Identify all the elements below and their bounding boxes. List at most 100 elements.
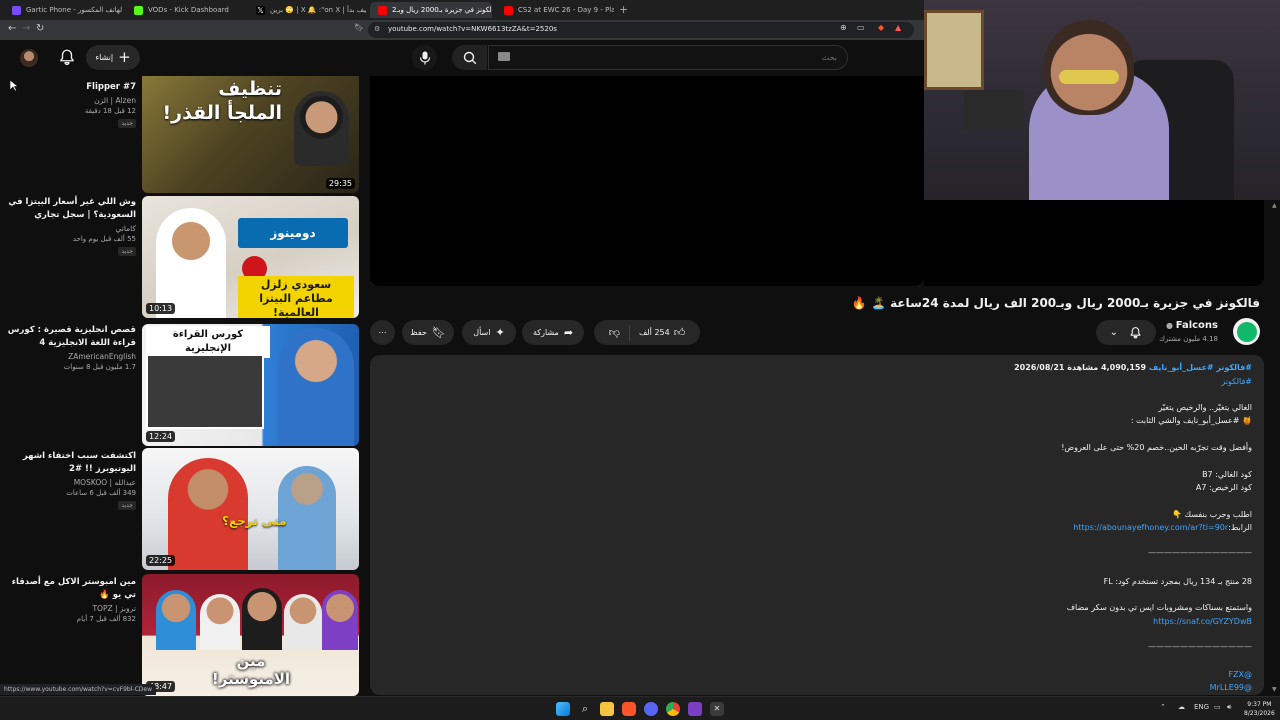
mouse-cursor-icon: [10, 80, 18, 92]
new-badge: جديد: [118, 247, 136, 256]
mention-link[interactable]: @MrLLE99: [1210, 683, 1252, 692]
list-item[interactable]: مين امبوستر الاكل مع أصدقاء تي يو 🔥 تروب…: [0, 574, 362, 696]
obs-icon[interactable]: ✕: [710, 702, 724, 716]
list-item[interactable]: Flipper #7 Alzen | الزن 12 قبل 18 دقيقة …: [0, 76, 362, 193]
rewards-icon[interactable]: ▲: [895, 23, 901, 32]
reload-icon[interactable]: ↻: [36, 23, 44, 34]
search-button[interactable]: [452, 45, 487, 70]
channel-name[interactable]: كاماتي: [6, 224, 137, 233]
gartic-favicon-icon: [12, 5, 21, 15]
dislike-button[interactable]: 👎︎: [609, 326, 620, 339]
like-button[interactable]: 👍︎ 254 ألف: [639, 326, 685, 339]
ask-button[interactable]: ✦ اسأل: [462, 320, 516, 345]
channel-name[interactable]: تروبز | TOPZ: [6, 604, 136, 613]
chrome-icon[interactable]: [666, 702, 680, 716]
webcam-overlay-image: [924, 0, 1280, 200]
voice-search-button[interactable]: [412, 45, 437, 70]
sparkle-icon: ✦: [495, 326, 505, 339]
mention-link[interactable]: @FZX: [1228, 670, 1252, 679]
new-tab-button[interactable]: +: [619, 3, 628, 16]
save-icon: 🔖︎: [431, 326, 446, 339]
person-image: [284, 594, 322, 650]
account-avatar[interactable]: [20, 49, 38, 67]
tab-kick[interactable]: VODs - Kick Dashboard: [126, 2, 244, 18]
tab-gartic[interactable]: Gartic Phone - لعبة الهاتف المكسور: [4, 2, 122, 18]
video-title[interactable]: Flipper #7: [6, 81, 136, 94]
tab-cs2-ewc[interactable]: CS2 at EWC 26 - Day 9 - Playoffs - Yo: [496, 2, 614, 18]
zoom-icon[interactable]: ⊕: [840, 23, 847, 32]
save-button[interactable]: 🔖︎ حفظ: [402, 320, 454, 345]
channel-name[interactable]: Alzen | الزن: [6, 96, 136, 105]
brave-browser-icon[interactable]: [622, 702, 636, 716]
video-info: مين امبوستر الاكل مع أصدقاء تي يو 🔥 تروب…: [6, 576, 136, 623]
forward-icon[interactable]: →: [22, 23, 30, 34]
more-actions-button[interactable]: ⋯: [370, 320, 395, 345]
separator-line: —————————————: [1148, 642, 1252, 651]
list-item[interactable]: وش اللي غير أسعار البيتزا في السعودية؟ |…: [0, 196, 362, 318]
notification-bell-icon: [1130, 327, 1141, 339]
channel-name[interactable]: عبدالله | MOSKOO: [6, 478, 136, 487]
description-line: 28 منتج بـ 134 ريال بمجرد تستخدم كود: FL: [1103, 577, 1252, 586]
description-stats: #فالكونز #عسل_أبو_نايف 4,090,159 مشاهدة …: [1014, 363, 1252, 372]
link-status-bar: https://www.youtube.com/watch?v=cvF9bl-C…: [0, 684, 156, 695]
video-thumbnail[interactable]: مين الامبوستر! 48:47: [142, 574, 359, 696]
video-title[interactable]: اكتشفت سبب اختفاء اشهر اليوتيوبرز !! #2: [6, 450, 136, 476]
video-thumbnail[interactable]: تنظيف الملجأ القذر! 29:35: [142, 76, 359, 193]
scroll-up-icon[interactable]: ▲: [1272, 202, 1277, 209]
person-image: [322, 590, 358, 650]
network-icon[interactable]: ▭: [1214, 703, 1221, 711]
video-title[interactable]: وش اللي غير أسعار البيتزا في السعودية؟ |…: [6, 196, 136, 222]
onedrive-icon[interactable]: ☁: [1178, 703, 1185, 711]
page-scrollbar[interactable]: ▲ ▼: [1270, 200, 1280, 696]
file-explorer-icon[interactable]: [600, 702, 614, 716]
notifications-bell-icon[interactable]: [58, 48, 76, 66]
search-icon[interactable]: ⌕: [578, 702, 592, 716]
thumbnail-text: تنظيف الملجأ القذر!: [162, 78, 282, 124]
video-player[interactable]: [370, 76, 924, 286]
create-button[interactable]: إنشاء +: [86, 45, 140, 70]
hashtag-line[interactable]: #فالكونز: [1221, 377, 1252, 386]
video-meta: 1.7 مليون قبل 8 سنوات: [63, 363, 136, 371]
channel-name[interactable]: ZAmericanEnglish: [6, 352, 136, 361]
back-icon[interactable]: ←: [8, 23, 16, 34]
app-icon[interactable]: [688, 702, 702, 716]
list-item[interactable]: قصص انجليزية قصيرة : كورس قراءة اللغة ال…: [0, 324, 362, 446]
snaf-link[interactable]: https://snaf.co/GYZYDwB: [1153, 617, 1252, 626]
search-icon: [463, 51, 476, 64]
subscribed-button[interactable]: ⌄: [1096, 320, 1156, 345]
scroll-down-icon[interactable]: ▼: [1272, 686, 1277, 693]
video-thumbnail[interactable]: كورس القراءة الإنجليزية 12:24: [142, 324, 359, 446]
description-box[interactable]: #فالكونز #عسل_أبو_نايف 4,090,159 مشاهدة …: [370, 355, 1264, 695]
language-indicator[interactable]: ENG: [1194, 703, 1209, 711]
channel-name[interactable]: ● Falcons: [1166, 320, 1218, 331]
windows-start-icon[interactable]: [556, 702, 570, 716]
person-image: [156, 590, 196, 650]
tab-x[interactable]: 𝕏 برين 🙄 | X 🔔 :"on X | أحداث كيف بدأ ..…: [248, 2, 366, 18]
url-box[interactable]: ⚙ youtube.com/watch?v=NKW6613tzZA&t=2520…: [368, 22, 914, 38]
keyboard-icon[interactable]: [498, 52, 510, 61]
list-item[interactable]: اكتشفت سبب اختفاء اشهر اليوتيوبرز !! #2 …: [0, 448, 362, 570]
search-input[interactable]: [488, 45, 848, 70]
share-button[interactable]: ➦ مشاركة: [522, 320, 584, 345]
video-player-extension[interactable]: [924, 200, 1264, 286]
volume-icon[interactable]: 🔊︎: [1227, 703, 1231, 712]
video-thumbnail[interactable]: متى ترجع؟ 22:25: [142, 448, 359, 570]
site-info-icon[interactable]: ⚙: [374, 25, 380, 33]
bookmark-icon[interactable]: 🔖︎: [354, 23, 364, 32]
brave-shield-icon[interactable]: ◆: [878, 23, 884, 32]
tab-title: CS2 at EWC 26 - Day 9 - Playoffs - Yo: [518, 6, 614, 14]
channel-logo[interactable]: [1233, 318, 1260, 345]
new-badge: جديد: [118, 119, 136, 128]
tab-youtube-video[interactable]: فالكونز في جزيرة بـ2000 ريال وبـ2... ✕: [370, 2, 492, 18]
description-line: اطلب وجرب بنفسك 👇: [1171, 510, 1252, 519]
video-title[interactable]: قصص انجليزية قصيرة : كورس قراءة اللغة ال…: [6, 324, 136, 350]
product-link[interactable]: https://abounayefhoney.com/ar?ti=90r: [1073, 523, 1228, 532]
tray-chevron-up-icon[interactable]: ⌃: [1160, 703, 1166, 711]
discord-icon[interactable]: [644, 702, 658, 716]
microphone-image: [964, 90, 1024, 130]
system-clock[interactable]: 9:37 PM 8/23/2026: [1244, 700, 1275, 718]
cast-icon[interactable]: ▭: [857, 23, 865, 32]
video-thumbnail[interactable]: دومينوز سعودي زلزل مطاعم البيتزا العالمي…: [142, 196, 359, 318]
video-title[interactable]: مين امبوستر الاكل مع أصدقاء تي يو 🔥: [6, 576, 136, 602]
hashtags[interactable]: #فالكونز #عسل_أبو_نايف: [1149, 363, 1252, 372]
